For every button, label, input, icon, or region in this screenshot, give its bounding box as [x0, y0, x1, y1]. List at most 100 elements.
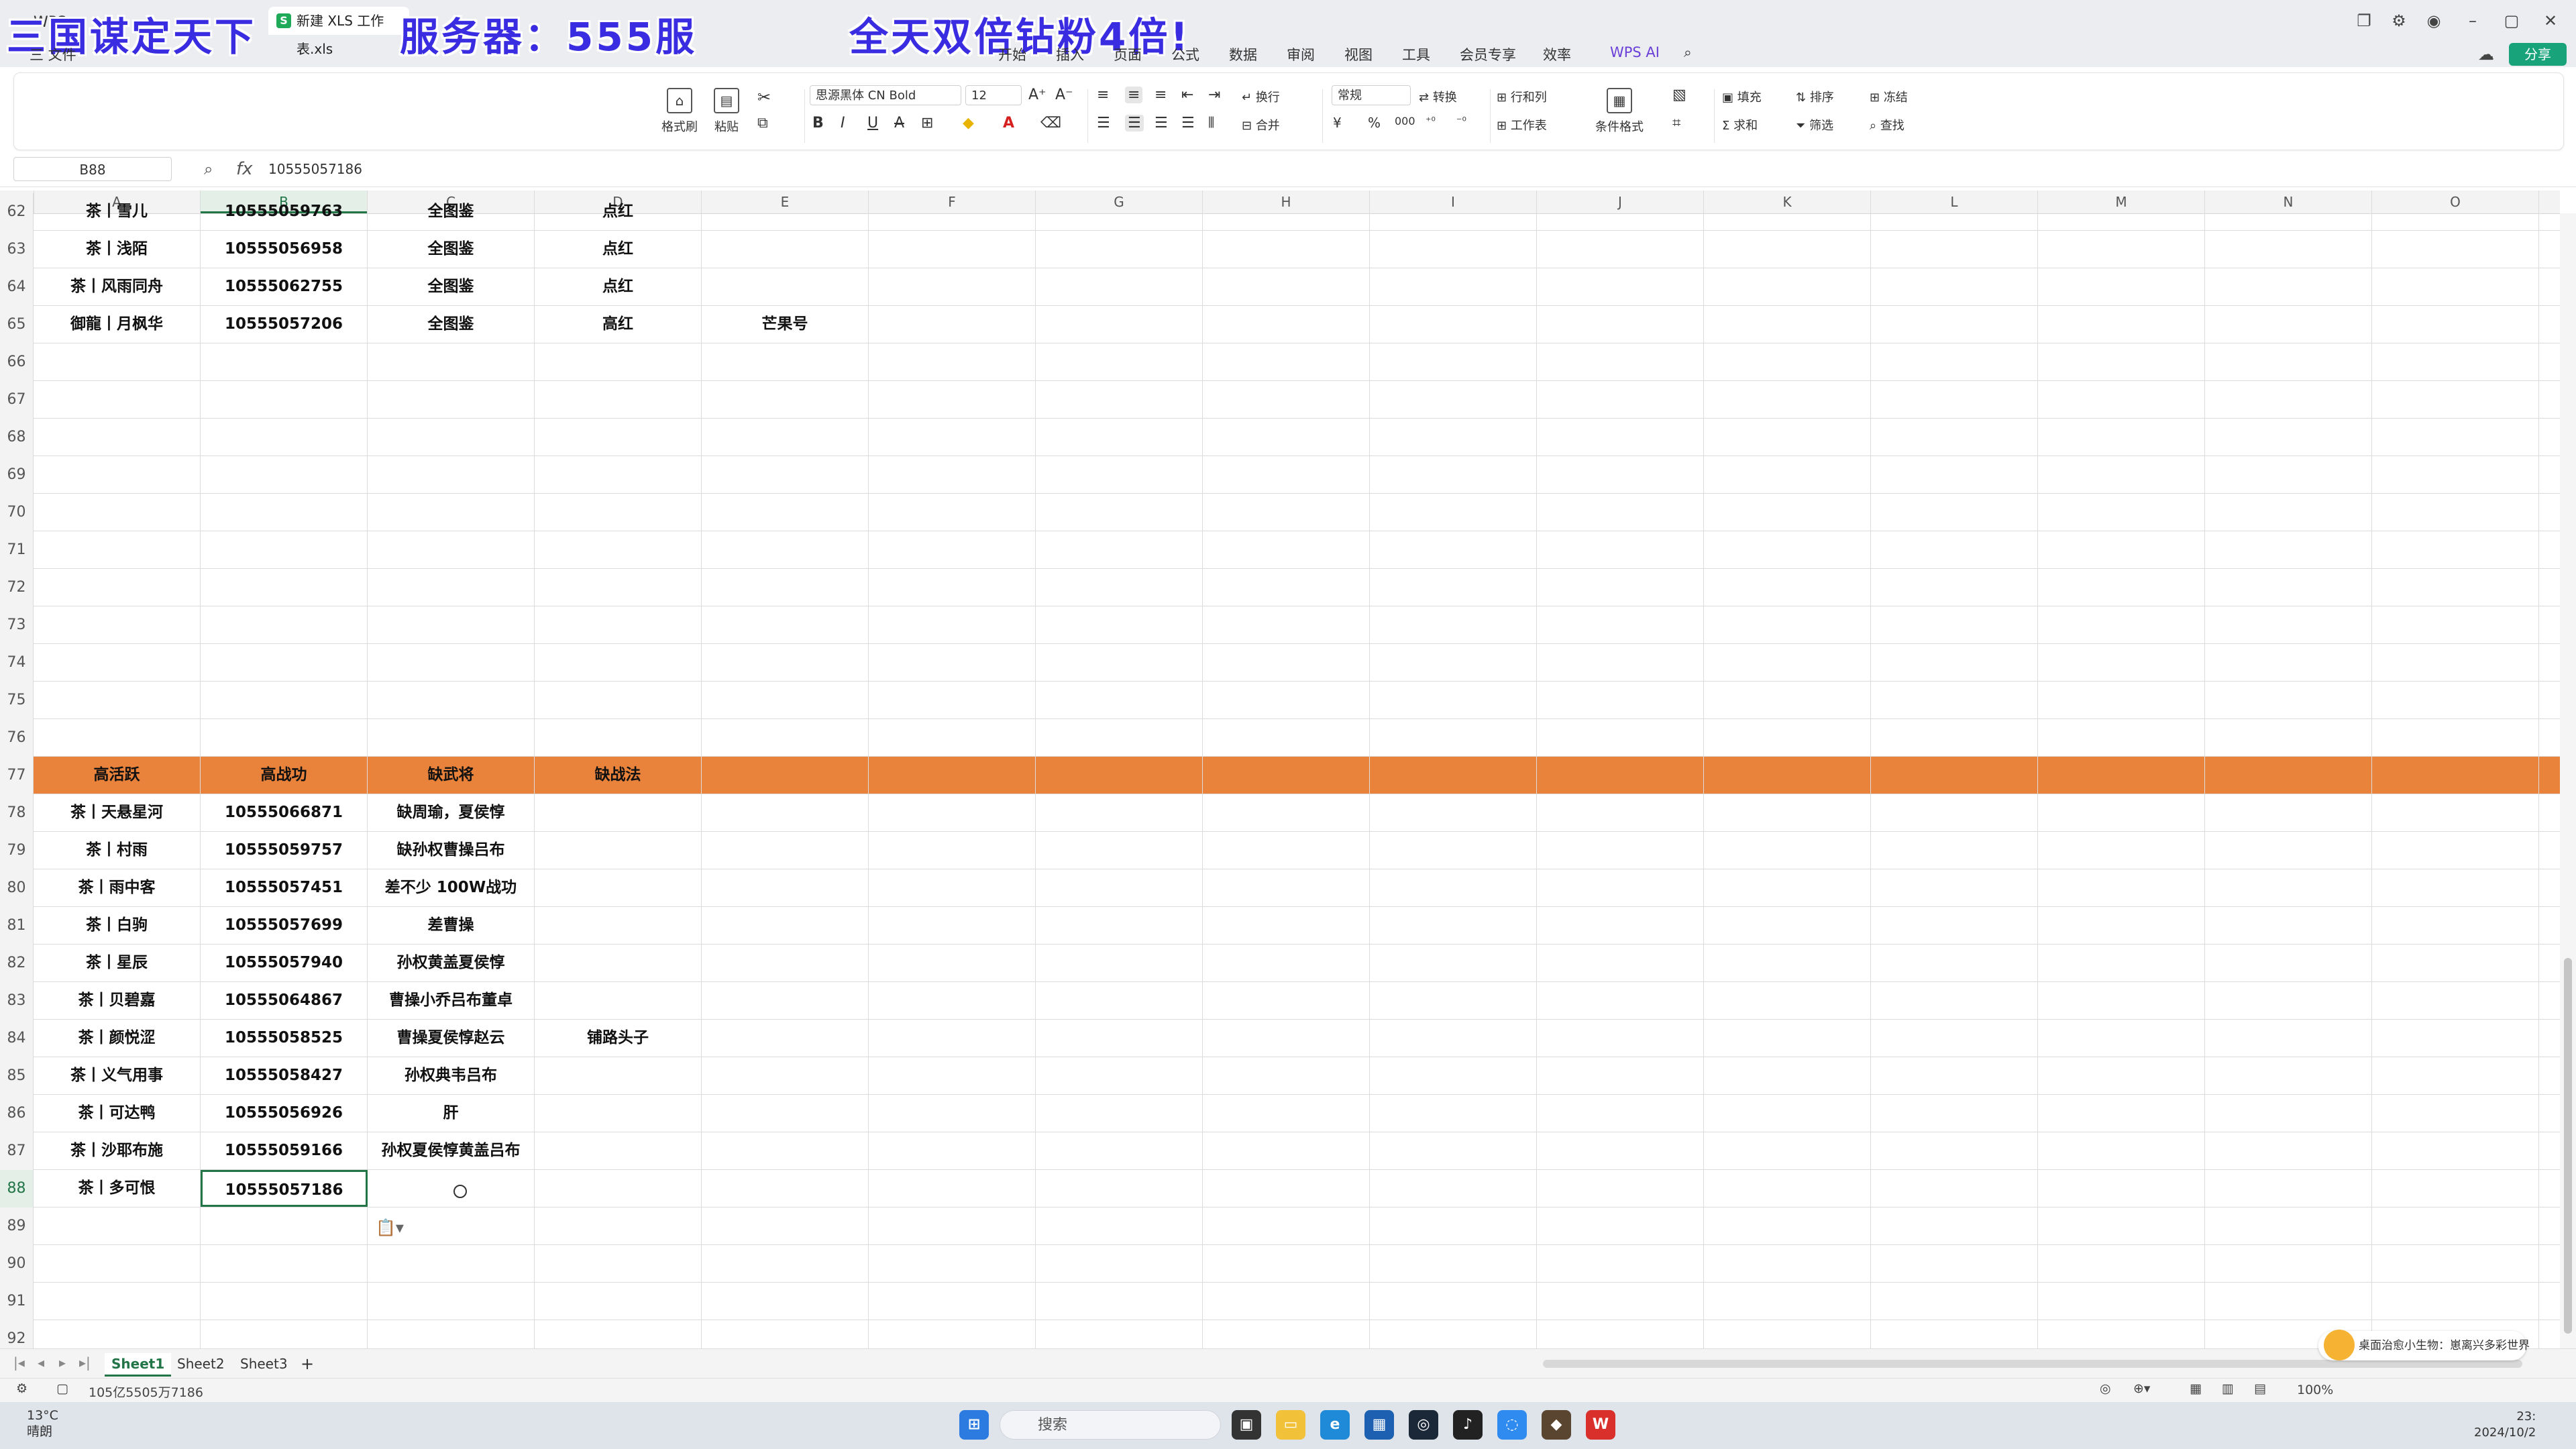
cell-a78[interactable]: 茶丨天悬星河 — [34, 794, 201, 831]
spreadsheet-grid[interactable]: ABCDEFGHIJKLMNO 62 茶丨雪儿 10555059763 全图鉴 点红 63… — [0, 191, 2560, 1348]
cell-g70[interactable] — [1036, 494, 1203, 531]
cell-n68[interactable] — [2205, 419, 2372, 455]
cell-n77[interactable] — [2205, 757, 2372, 794]
cell-j62[interactable] — [1537, 193, 1704, 230]
row-header[interactable]: 87 — [0, 1132, 34, 1170]
cell-m64[interactable] — [2038, 268, 2205, 305]
search-icon[interactable]: ⌕ — [1684, 44, 1692, 61]
cell-f89[interactable] — [869, 1208, 1036, 1244]
cell-d70[interactable] — [535, 494, 702, 531]
weather-widget[interactable]: 13°C 晴朗 — [27, 1407, 58, 1440]
row-header[interactable]: 80 — [0, 869, 34, 907]
cell-o88[interactable] — [2372, 1170, 2539, 1207]
scrollbar-thumb[interactable] — [2564, 958, 2572, 1334]
format-painter-button[interactable]: ⌂ 格式刷 — [658, 88, 701, 135]
cell-a70[interactable] — [34, 494, 201, 531]
cell-a91[interactable] — [34, 1283, 201, 1320]
cell-g91[interactable] — [1036, 1283, 1203, 1320]
cell-k77[interactable] — [1704, 757, 1871, 794]
cell-d72[interactable] — [535, 569, 702, 606]
cell-o75[interactable] — [2372, 682, 2539, 718]
cell-i82[interactable] — [1370, 945, 1537, 981]
file-menu[interactable]: 三 文件 — [30, 44, 76, 64]
cell-i69[interactable] — [1370, 456, 1537, 493]
cell-g67[interactable] — [1036, 381, 1203, 418]
cell-g68[interactable] — [1036, 419, 1203, 455]
avatar[interactable]: ◉ — [2420, 9, 2447, 32]
cell-g87[interactable] — [1036, 1132, 1203, 1169]
cell-f79[interactable] — [869, 832, 1036, 869]
cell-d77[interactable]: 缺战法 — [535, 757, 702, 794]
cell-l75[interactable] — [1871, 682, 2038, 718]
underline-icon[interactable]: U — [867, 115, 878, 131]
cell-b64[interactable]: 10555062755 — [201, 268, 368, 305]
cell-j92[interactable] — [1537, 1320, 1704, 1348]
row-header[interactable]: 62 — [0, 193, 34, 231]
row-header[interactable]: 69 — [0, 456, 34, 494]
file-explorer-icon[interactable]: ▭ — [1276, 1410, 1305, 1440]
cell-f90[interactable] — [869, 1245, 1036, 1282]
cell-b75[interactable] — [201, 682, 368, 718]
cell-o73[interactable] — [2372, 606, 2539, 643]
cell-i89[interactable] — [1370, 1208, 1537, 1244]
cell-c75[interactable] — [368, 682, 535, 718]
cell-b78[interactable]: 10555066871 — [201, 794, 368, 831]
cell-j83[interactable] — [1537, 982, 1704, 1019]
next-sheet-icon[interactable]: ▸ — [59, 1354, 66, 1371]
cell-o74[interactable] — [2372, 644, 2539, 681]
tab-member[interactable]: 会员专享 — [1460, 44, 1516, 64]
cell-j69[interactable] — [1537, 456, 1704, 493]
cell-a77[interactable]: 高活跃 — [34, 757, 201, 794]
cell-e84[interactable] — [702, 1020, 869, 1057]
row-header[interactable]: 91 — [0, 1283, 34, 1320]
cell-c66[interactable] — [368, 343, 535, 380]
windows-start-icon[interactable]: ⊞ — [959, 1410, 989, 1440]
cell-g84[interactable] — [1036, 1020, 1203, 1057]
cell-d65[interactable]: 高红 — [535, 306, 702, 343]
cell-m67[interactable] — [2038, 381, 2205, 418]
cell-n62[interactable] — [2205, 193, 2372, 230]
cell-n87[interactable] — [2205, 1132, 2372, 1169]
font-size-select[interactable]: 12 — [965, 85, 1022, 105]
cell-o81[interactable] — [2372, 907, 2539, 944]
cell-f71[interactable] — [869, 531, 1036, 568]
worksheet-button[interactable]: ⊞ 工作表 — [1497, 116, 1547, 133]
taskbar-search[interactable]: 搜索 — [1000, 1410, 1221, 1440]
row-header[interactable]: 68 — [0, 419, 34, 456]
cell-f62[interactable] — [869, 193, 1036, 230]
cell-h77[interactable] — [1203, 757, 1370, 794]
tab-insert[interactable]: 插入 — [1056, 44, 1084, 64]
cell-h68[interactable] — [1203, 419, 1370, 455]
cell-i77[interactable] — [1370, 757, 1537, 794]
cell-d89[interactable] — [535, 1208, 702, 1244]
cell-e92[interactable] — [702, 1320, 869, 1348]
desktop-pet-notification[interactable]: 桌面治愈小生物：崽离兴多彩世界 — [2318, 1330, 2530, 1360]
cell-b92[interactable] — [201, 1320, 368, 1348]
tab-review[interactable]: 审阅 — [1287, 44, 1315, 64]
cell-e72[interactable] — [702, 569, 869, 606]
row-header[interactable]: 63 — [0, 231, 34, 268]
cell-c81[interactable]: 差曹操 — [368, 907, 535, 944]
tab-page[interactable]: 页面 — [1114, 44, 1142, 64]
cell-h72[interactable] — [1203, 569, 1370, 606]
cell-g75[interactable] — [1036, 682, 1203, 718]
cell-f76[interactable] — [869, 719, 1036, 756]
cell-g65[interactable] — [1036, 306, 1203, 343]
cell-j64[interactable] — [1537, 268, 1704, 305]
zoom-formula-icon[interactable]: ⌕ — [204, 157, 213, 181]
cell-f87[interactable] — [869, 1132, 1036, 1169]
sheet-tab-sheet3[interactable]: Sheet3 — [233, 1353, 294, 1375]
cell-l92[interactable] — [1871, 1320, 2038, 1348]
indent-increase-icon[interactable]: ⇥ — [1208, 87, 1220, 103]
cell-e73[interactable] — [702, 606, 869, 643]
cell-j71[interactable] — [1537, 531, 1704, 568]
cell-c78[interactable]: 缺周瑜，夏侯惇 — [368, 794, 535, 831]
cell-a82[interactable]: 茶丨星辰 — [34, 945, 201, 981]
cell-j73[interactable] — [1537, 606, 1704, 643]
align-middle-icon[interactable]: ≡ — [1125, 87, 1143, 103]
cell-k84[interactable] — [1704, 1020, 1871, 1057]
copy-icon[interactable]: ⧉ — [757, 115, 768, 131]
cell-b65[interactable]: 10555057206 — [201, 306, 368, 343]
chat-icon[interactable]: ◌ — [1497, 1410, 1527, 1440]
cell-o76[interactable] — [2372, 719, 2539, 756]
